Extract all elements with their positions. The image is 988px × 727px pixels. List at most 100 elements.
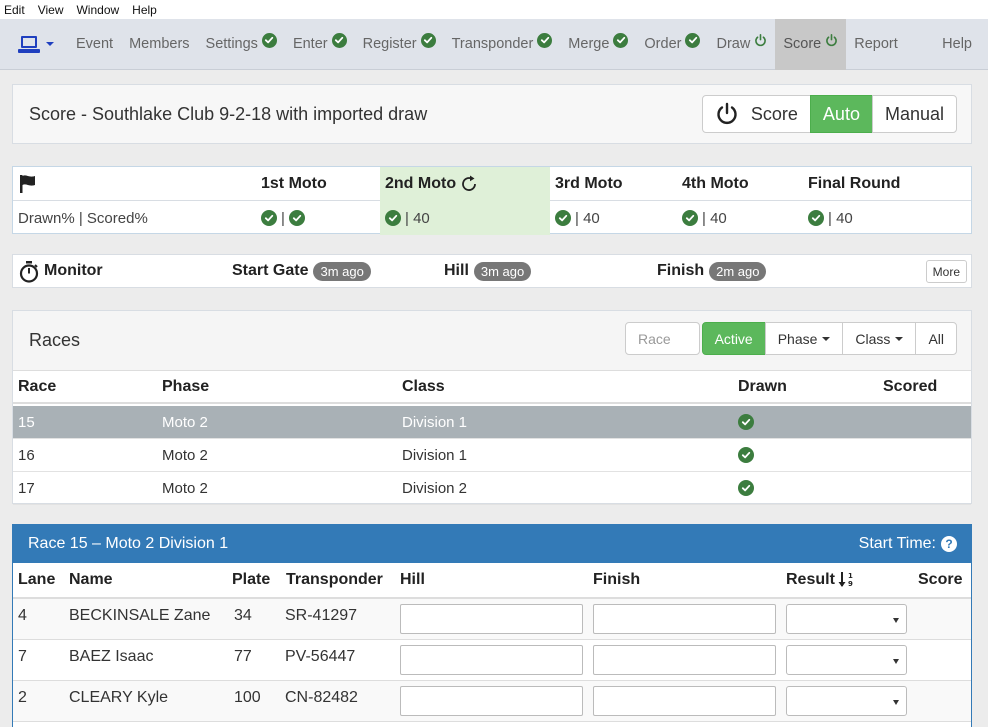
races-panel: Races Race Active Phase Class All Race P…: [12, 310, 972, 505]
col-finish[interactable]: Finish: [593, 563, 640, 597]
manual-button[interactable]: Manual: [871, 95, 957, 133]
col-score[interactable]: Score: [918, 563, 962, 597]
rider-row: 7 BAEZ Isaac 77 PV-56447: [13, 640, 971, 681]
hill-input[interactable]: [400, 645, 583, 675]
nav-draw[interactable]: Draw: [708, 19, 775, 70]
moto-header-label: 2nd Moto: [385, 174, 457, 192]
power-icon: [717, 102, 737, 125]
drawn-check-icon: [738, 480, 754, 496]
result-select[interactable]: [786, 645, 907, 675]
finish-status: Finish 2m ago: [657, 261, 767, 281]
nav-enter[interactable]: Enter: [285, 19, 355, 70]
race-row[interactable]: 17 Moto 2 Division 2: [13, 472, 971, 505]
rider-cell-plate: 77: [234, 648, 252, 665]
moto-header-label: 1st Moto: [261, 174, 327, 192]
race-detail-title: Race 15 – Moto 2 Division 1: [28, 535, 229, 552]
svg-text:1: 1: [848, 572, 853, 580]
col-drawn[interactable]: Drawn: [738, 378, 787, 396]
col-result[interactable]: Result 1 9: [786, 563, 856, 597]
col-phase[interactable]: Phase: [162, 378, 209, 396]
rider-cell-name: CLEARY Kyle: [69, 689, 169, 706]
drawn-scored-label: Drawn% | Scored%: [18, 209, 148, 227]
col-hill[interactable]: Hill: [400, 563, 425, 597]
filter-class-label: Class: [855, 330, 891, 347]
nav-label: Draw: [716, 36, 751, 52]
caret-down-icon: [895, 336, 904, 341]
scored-percent: | 40: [405, 209, 430, 227]
menu-help[interactable]: Help: [128, 3, 161, 17]
moto-header-4th-moto[interactable]: 4th Moto: [682, 167, 808, 201]
nav-order[interactable]: Order: [636, 19, 708, 70]
finish-input[interactable]: [593, 686, 776, 716]
col-plate[interactable]: Plate: [232, 563, 270, 597]
hill-input[interactable]: [400, 686, 583, 716]
question-icon[interactable]: ?: [941, 536, 957, 552]
page-title: Score - Southlake Club 9-2-18 with impor…: [29, 103, 428, 124]
menu-window[interactable]: Window: [72, 3, 123, 17]
nav-merge[interactable]: Merge: [560, 19, 636, 70]
auto-button[interactable]: Auto: [809, 95, 873, 133]
scored-percent: | 40: [702, 209, 727, 227]
race-row[interactable]: 16 Moto 2 Division 1: [13, 439, 971, 472]
moto-header-label: 3rd Moto: [555, 174, 623, 192]
race-cell-class: Division 1: [402, 446, 468, 464]
start-gate-badge: 3m ago: [313, 261, 371, 281]
nav-label: Merge: [568, 36, 610, 52]
moto-status-final-round: | 40: [808, 201, 971, 235]
nav-members[interactable]: Members: [121, 19, 197, 70]
finish-input[interactable]: [593, 645, 776, 675]
moto-status-table: 1st Moto 2nd Moto 3rd Moto 4th Moto Final Ro…: [12, 166, 972, 235]
filter-class-dropdown[interactable]: Class: [842, 322, 917, 355]
nav-transponder[interactable]: Transponder: [444, 19, 561, 70]
nav-label: Register: [362, 36, 417, 52]
nav-help[interactable]: Help: [934, 19, 980, 70]
moto-header-final-round[interactable]: Final Round: [808, 167, 971, 201]
rider-cell-transponder: CN-82482: [285, 689, 358, 706]
col-name[interactable]: Name: [69, 563, 113, 597]
hill-input[interactable]: [400, 604, 583, 634]
menu-view[interactable]: View: [34, 3, 68, 17]
nav-settings[interactable]: Settings: [198, 19, 285, 70]
finish-input[interactable]: [593, 604, 776, 634]
refresh-icon: [459, 174, 479, 194]
nav-event[interactable]: Event: [68, 19, 121, 70]
filter-active-button[interactable]: Active: [701, 322, 766, 355]
race-search-input[interactable]: Race: [625, 322, 700, 355]
col-transponder[interactable]: Transponder: [286, 563, 383, 597]
score-toggle-button[interactable]: Score: [701, 95, 811, 133]
caret-down-icon: [893, 659, 899, 664]
check-circle-icon: [613, 32, 629, 48]
moto-header-2nd-moto[interactable]: 2nd Moto: [380, 166, 550, 201]
col-scored[interactable]: Scored: [883, 378, 937, 396]
caret-down-icon: [822, 336, 831, 341]
separator: |: [281, 209, 285, 227]
filter-all-button[interactable]: All: [915, 322, 957, 355]
result-select[interactable]: [786, 686, 907, 716]
monitor-label: Monitor: [44, 262, 103, 279]
result-select[interactable]: [786, 604, 907, 634]
moto-header-3rd-moto[interactable]: 3rd Moto: [555, 167, 682, 201]
nav-label: Transponder: [451, 36, 534, 52]
nav-score[interactable]: Score: [775, 18, 847, 70]
moto-header-1st-moto[interactable]: 1st Moto: [261, 167, 380, 201]
race-detail-table-header: Lane Name Plate Transponder Hill Finish …: [13, 563, 971, 599]
races-title: Races: [29, 330, 81, 350]
moto-status-1st-moto: |: [261, 201, 380, 235]
nav-report[interactable]: Report: [846, 19, 906, 70]
race-cell-race: 16: [18, 446, 35, 464]
laptop-menu-button[interactable]: [18, 34, 54, 54]
moto-status-4th-moto: | 40: [682, 201, 808, 235]
filter-phase-dropdown[interactable]: Phase: [764, 322, 844, 355]
race-cell-class: Division 2: [402, 479, 468, 497]
col-lane[interactable]: Lane: [18, 563, 55, 597]
col-race[interactable]: Race: [18, 378, 56, 396]
monitor-panel: Monitor Start Gate 3m ago Hill 3m ago Fi…: [12, 254, 972, 288]
menu-edit[interactable]: Edit: [0, 3, 29, 17]
score-title-panel: Score - Southlake Club 9-2-18 with impor…: [12, 84, 972, 144]
more-button[interactable]: More: [925, 260, 967, 283]
drawn-check-icon: [738, 414, 754, 430]
race-row[interactable]: 15 Moto 2 Division 1: [13, 406, 971, 439]
col-class[interactable]: Class: [402, 378, 445, 396]
nav-register[interactable]: Register: [355, 19, 444, 70]
start-gate-label: Start Gate: [232, 262, 309, 279]
